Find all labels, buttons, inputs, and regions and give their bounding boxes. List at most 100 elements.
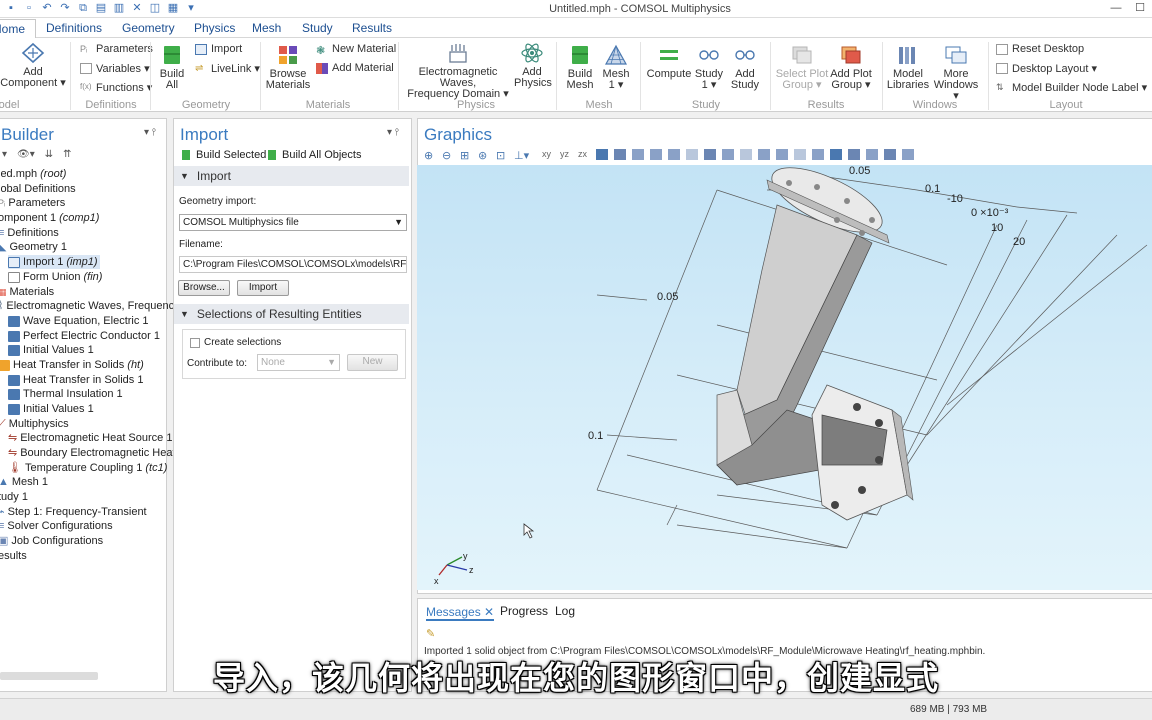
zoom-out-icon[interactable]: ⊖ — [442, 149, 454, 162]
create-selections-checkbox[interactable]: Create selections — [190, 337, 281, 348]
camera-icon[interactable] — [884, 148, 896, 160]
import-button[interactable]: Import — [195, 42, 242, 56]
tree-item-job-configurations[interactable]: ▣ Job Configurations — [0, 534, 103, 548]
clear-selection-icon[interactable] — [686, 148, 698, 160]
add-plot-group-button[interactable]: Add Plot Group ▾ — [828, 44, 874, 91]
invert-selection-icon[interactable] — [722, 148, 734, 160]
tree-item-initial-values-emw[interactable]: Initial Values 1 — [8, 343, 94, 357]
tree-item-multiphysics[interactable]: ⟋ Multiphysics — [0, 417, 69, 431]
save-icon[interactable]: ▪ — [4, 2, 18, 15]
render-icon[interactable] — [830, 148, 842, 160]
select-objects-icon[interactable] — [596, 148, 608, 160]
add-physics-button[interactable]: Add Physics — [514, 42, 552, 89]
browse-materials-button[interactable]: Browse Materials — [264, 44, 312, 91]
copy-icon[interactable]: ⧉ — [76, 2, 90, 15]
tree-item-mesh[interactable]: ▲ Mesh 1 — [0, 475, 48, 489]
select-all-icon[interactable] — [704, 148, 716, 160]
axis-zx-icon[interactable]: zx — [578, 149, 590, 160]
graphics-canvas[interactable]: 0.05 0.1 -10 0 ×10⁻³ 10 20 0.05 0.1 y z … — [417, 165, 1152, 590]
hide-icon[interactable] — [740, 148, 752, 160]
model-libraries-button[interactable]: Model Libraries — [886, 44, 930, 91]
build-all-objects-button[interactable]: Build All Objects — [268, 149, 361, 161]
broom-icon[interactable]: ✎ — [426, 627, 435, 640]
select-points-icon[interactable] — [668, 148, 680, 160]
import-action-button[interactable]: Import — [237, 280, 289, 296]
tree-item-em-heat-source[interactable]: ⇋ Electromagnetic Heat Source 1 — [8, 431, 172, 445]
node-label-button[interactable]: ⇅ Model Builder Node Label ▾ — [996, 80, 1147, 94]
tree-item-emw[interactable]: ⌇ Electromagnetic Waves, Frequency — [0, 299, 180, 313]
print-icon[interactable] — [902, 148, 914, 160]
windows-icon[interactable]: ▦ — [166, 2, 180, 15]
tree-item-study[interactable]: tudy 1 — [0, 490, 28, 504]
tree-item-initial-values-ht[interactable]: Initial Values 1 — [8, 402, 94, 416]
tree-item-geometry[interactable]: ◣ Geometry 1 — [0, 240, 67, 254]
build-mesh-button[interactable]: Build Mesh — [562, 44, 598, 91]
zoom-extents-icon[interactable]: ⊡ — [496, 149, 508, 162]
desktop-layout-button[interactable]: Desktop Layout ▾ — [996, 61, 1097, 75]
add-component-button[interactable]: Add Component ▾ — [0, 42, 66, 89]
show-icon[interactable]: 👁▾ — [17, 149, 35, 160]
em-waves-button[interactable]: Electromagnetic Waves, Frequency Domain … — [402, 42, 514, 100]
delete-icon[interactable]: ✕ — [130, 2, 144, 15]
tree-item-step1[interactable]: ⌁ Step 1: Frequency-Transient — [0, 505, 147, 519]
zoom-box-icon[interactable]: ⊞ — [460, 149, 472, 162]
select-edges-icon[interactable] — [650, 148, 662, 160]
section-import-header[interactable]: ▼ Import — [174, 166, 409, 186]
tab-messages[interactable]: Messages ✕ — [426, 605, 495, 621]
geometry-import-select[interactable]: COMSOL Multiphysics file ▼ — [179, 214, 407, 231]
transparency-icon[interactable] — [794, 148, 806, 160]
tree-item-wave-equation[interactable]: Wave Equation, Electric 1 — [8, 314, 149, 328]
livelink-button[interactable]: ⇌ LiveLink ▾ — [195, 61, 260, 75]
parameters-button[interactable]: Pᵢ Parameters — [80, 42, 153, 56]
maximize-icon[interactable]: ☐ — [1128, 0, 1152, 17]
select-boundaries-icon[interactable] — [632, 148, 644, 160]
save-as-icon[interactable]: ▫ — [22, 2, 36, 15]
tab-results[interactable]: Results — [352, 21, 392, 35]
redo-icon[interactable]: ↷ — [58, 2, 72, 15]
tree-item-form-union[interactable]: Form Union (fin) — [8, 270, 102, 284]
tab-definitions[interactable]: Definitions — [46, 21, 102, 35]
section-selections-header[interactable]: ▼ Selections of Resulting Entities — [174, 304, 409, 324]
tree-item-pec[interactable]: Perfect Electric Conductor 1 — [8, 329, 160, 343]
compute-button[interactable]: Compute — [646, 44, 692, 80]
expand-all-icon[interactable]: ⇊ — [45, 149, 53, 160]
browse-button[interactable]: Browse... — [178, 280, 230, 296]
select-domains-icon[interactable] — [614, 148, 626, 160]
axis-xy-icon[interactable]: xy — [542, 149, 554, 160]
tree-item-definitions[interactable]: ≡ Definitions — [0, 226, 59, 240]
tree-item-thermal-insulation[interactable]: Thermal Insulation 1 — [8, 387, 123, 401]
tab-geometry[interactable]: Geometry — [122, 21, 175, 35]
tree-item-import1[interactable]: Import 1 (imp1) — [8, 255, 100, 269]
collapse-icon[interactable]: ▾ — [2, 149, 7, 160]
new-material-button[interactable]: ❃ New Material — [316, 42, 396, 57]
tab-mesh[interactable]: Mesh — [252, 21, 281, 35]
zoom-selected-icon[interactable]: ⊛ — [478, 149, 490, 162]
duplicate-icon[interactable]: ▥ — [112, 2, 126, 15]
tree-item-solver-configurations[interactable]: ≡ Solver Configurations — [0, 519, 113, 533]
geometry-view[interactable]: 0.05 0.1 -10 0 ×10⁻³ 10 20 0.05 0.1 y z … — [417, 165, 1152, 590]
tab-physics[interactable]: Physics — [194, 21, 235, 35]
zoom-in-icon[interactable]: ⊕ — [424, 149, 436, 162]
tab-home[interactable]: Home — [0, 19, 37, 38]
add-material-button[interactable]: Add Material — [316, 61, 394, 75]
build-selected-button[interactable]: Build Selected — [182, 149, 266, 161]
build-all-button[interactable]: Build All — [152, 44, 192, 91]
scene-light-icon[interactable] — [848, 148, 860, 160]
axis-yz-icon[interactable]: yz — [560, 149, 572, 160]
minimize-icon[interactable]: — — [1104, 0, 1128, 17]
functions-button[interactable]: f(x) Functions ▾ — [80, 80, 152, 94]
tree-item-temperature-coupling[interactable]: 🌡 Temperature Coupling 1 (tc1) — [8, 461, 167, 475]
tree-item-parameters[interactable]: Pᵢ Parameters — [0, 196, 65, 210]
contribute-to-select[interactable]: None ▼ — [257, 354, 340, 371]
tree-item-results[interactable]: esults — [0, 549, 27, 563]
grid-icon[interactable] — [866, 148, 878, 160]
paste-icon[interactable]: ▤ — [94, 2, 108, 15]
new-selection-button[interactable]: New — [347, 354, 398, 371]
filename-field[interactable]: C:\Program Files\COMSOL\COMSOLx\models\R… — [179, 256, 407, 273]
mesh1-button[interactable]: Mesh 1 ▾ — [600, 44, 632, 91]
reset-desktop-button[interactable]: Reset Desktop — [996, 42, 1084, 56]
pin-icon[interactable]: ▾ ⫯ — [144, 127, 156, 138]
tree-item-root[interactable]: led.mph (root) — [0, 167, 66, 181]
tab-log[interactable]: Log — [555, 604, 575, 618]
select-plot-group-button[interactable]: Select Plot Group ▾ — [774, 44, 830, 91]
